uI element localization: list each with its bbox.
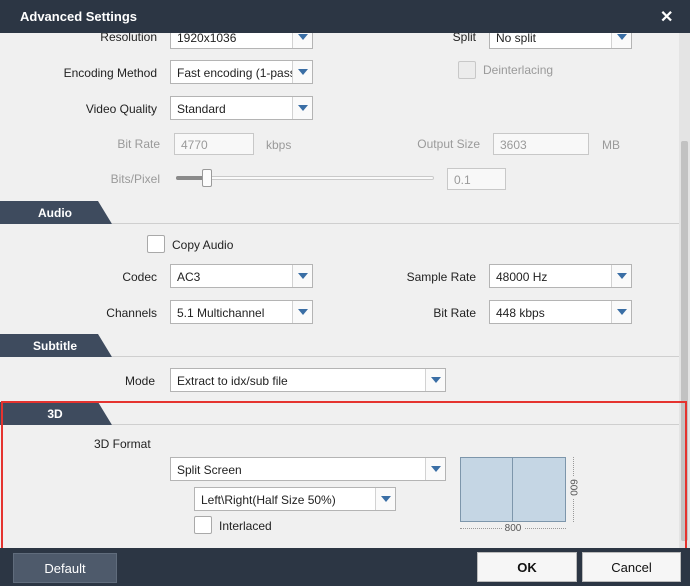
interlaced-label: Interlaced xyxy=(219,519,272,533)
split-label: Split xyxy=(452,33,476,44)
audio-bitrate-label: Bit Rate xyxy=(433,306,476,320)
default-button[interactable]: Default xyxy=(13,553,117,583)
chevron-down-icon xyxy=(431,377,441,383)
3d-section-header: 3D xyxy=(0,402,679,425)
split-dropdown[interactable]: No split xyxy=(489,33,632,49)
3d-layout-dropdown[interactable]: Left\Right(Half Size 50%) xyxy=(194,487,396,511)
sample-rate-label: Sample Rate xyxy=(406,270,476,284)
dropdown-button[interactable] xyxy=(611,33,631,48)
codec-label: Codec xyxy=(122,270,157,284)
bits-pixel-value: 0.1 xyxy=(454,173,471,187)
3d-format-value: Split Screen xyxy=(177,463,242,477)
resolution-label: Resolution xyxy=(100,33,157,44)
bits-pixel-label: Bits/Pixel xyxy=(110,172,160,186)
dropdown-button[interactable] xyxy=(292,301,312,323)
close-icon[interactable]: ✕ xyxy=(660,7,673,27)
audio-section-tab: Audio xyxy=(0,201,112,224)
3d-layout-value: Left\Right(Half Size 50%) xyxy=(201,493,336,507)
video-quality-value: Standard xyxy=(177,102,226,116)
section-divider xyxy=(112,356,679,357)
channels-dropdown[interactable]: 5.1 Multichannel xyxy=(170,300,313,324)
subtitle-section-tab: Subtitle xyxy=(0,334,112,357)
subtitle-section-label: Subtitle xyxy=(33,339,77,353)
output-size-label: Output Size xyxy=(417,137,480,151)
chevron-down-icon xyxy=(617,309,627,315)
cancel-button[interactable]: Cancel xyxy=(582,552,681,582)
output-size-unit: MB xyxy=(602,138,620,152)
output-size-input[interactable]: 3603 xyxy=(493,133,589,155)
dropdown-button[interactable] xyxy=(611,301,631,323)
bits-pixel-input[interactable]: 0.1 xyxy=(447,168,506,190)
codec-dropdown[interactable]: AC3 xyxy=(170,264,313,288)
scrollbar-thumb[interactable] xyxy=(681,141,688,541)
preview-split-line xyxy=(512,458,513,521)
title-bar: Advanced Settings ✕ xyxy=(0,0,690,33)
bits-pixel-slider-thumb[interactable] xyxy=(201,169,212,187)
ok-button[interactable]: OK xyxy=(477,552,577,582)
encoding-method-value: Fast encoding (1-pass) xyxy=(177,66,292,80)
sample-rate-value: 48000 Hz xyxy=(496,270,548,284)
video-quality-label: Video Quality xyxy=(85,102,157,116)
audio-bitrate-dropdown[interactable]: 448 kbps xyxy=(489,300,632,324)
audio-bitrate-value: 448 kbps xyxy=(496,306,545,320)
dropdown-button[interactable] xyxy=(375,488,395,510)
sample-rate-dropdown[interactable]: 48000 Hz xyxy=(489,264,632,288)
split-value: No split xyxy=(496,33,537,45)
3d-format-label: 3D Format xyxy=(94,437,151,451)
channels-label: Channels xyxy=(106,306,157,320)
dropdown-button[interactable] xyxy=(292,97,312,119)
dropdown-button[interactable] xyxy=(425,458,445,480)
video-bitrate-unit: kbps xyxy=(266,138,292,152)
chevron-down-icon xyxy=(298,105,308,111)
bits-pixel-slider-track[interactable] xyxy=(176,176,434,180)
dropdown-button[interactable] xyxy=(292,61,312,83)
section-divider xyxy=(112,223,679,224)
chevron-down-icon xyxy=(298,34,308,40)
chevron-down-icon xyxy=(298,69,308,75)
encoding-method-dropdown[interactable]: Fast encoding (1-pass) xyxy=(170,60,313,84)
encoding-method-label: Encoding Method xyxy=(63,66,157,80)
subtitle-mode-value: Extract to idx/sub file xyxy=(177,374,288,388)
chevron-down-icon xyxy=(298,309,308,315)
subtitle-section-header: Subtitle xyxy=(0,334,690,357)
subtitle-mode-label: Mode xyxy=(124,374,155,388)
audio-section-header: Audio xyxy=(0,201,690,224)
chevron-down-icon xyxy=(617,273,627,279)
preview-height-label: 600 xyxy=(567,476,579,499)
video-bitrate-input[interactable]: 4770 xyxy=(174,133,254,155)
preview-width-label: 800 xyxy=(501,523,525,534)
deinterlacing-checkbox[interactable] xyxy=(458,61,476,79)
subtitle-mode-dropdown[interactable]: Extract to idx/sub file xyxy=(170,368,446,392)
chevron-down-icon xyxy=(431,466,441,472)
dropdown-button[interactable] xyxy=(292,265,312,287)
video-bitrate-value: 4770 xyxy=(181,138,208,152)
3d-section-tab: 3D xyxy=(0,402,112,425)
3d-section-label: 3D xyxy=(47,407,63,421)
resolution-value: 1920x1036 xyxy=(177,33,237,45)
resolution-dropdown[interactable]: 1920x1036 xyxy=(170,33,313,49)
video-quality-dropdown[interactable]: Standard xyxy=(170,96,313,120)
dropdown-button[interactable] xyxy=(425,369,445,391)
dropdown-button[interactable] xyxy=(292,33,312,48)
codec-value: AC3 xyxy=(177,270,201,284)
video-bitrate-label: Bit Rate xyxy=(117,137,160,151)
dialog-title: Advanced Settings xyxy=(20,9,138,24)
chevron-down-icon xyxy=(381,496,391,502)
dropdown-button[interactable] xyxy=(611,265,631,287)
chevron-down-icon xyxy=(298,273,308,279)
channels-value: 5.1 Multichannel xyxy=(177,306,265,320)
interlaced-checkbox[interactable] xyxy=(194,516,212,534)
copy-audio-checkbox[interactable] xyxy=(147,235,165,253)
section-divider xyxy=(112,424,679,425)
3d-preview-box xyxy=(460,457,566,522)
audio-section-label: Audio xyxy=(38,206,72,220)
chevron-down-icon xyxy=(617,34,627,40)
preview-width-label-wrap: 800 xyxy=(460,523,566,534)
advanced-settings-dialog: Advanced Settings ✕ Resolution 1920x1036… xyxy=(0,0,690,586)
copy-audio-label: Copy Audio xyxy=(172,238,234,252)
deinterlacing-label: Deinterlacing xyxy=(483,63,554,77)
3d-format-dropdown[interactable]: Split Screen xyxy=(170,457,446,481)
output-size-value: 3603 xyxy=(500,138,527,152)
